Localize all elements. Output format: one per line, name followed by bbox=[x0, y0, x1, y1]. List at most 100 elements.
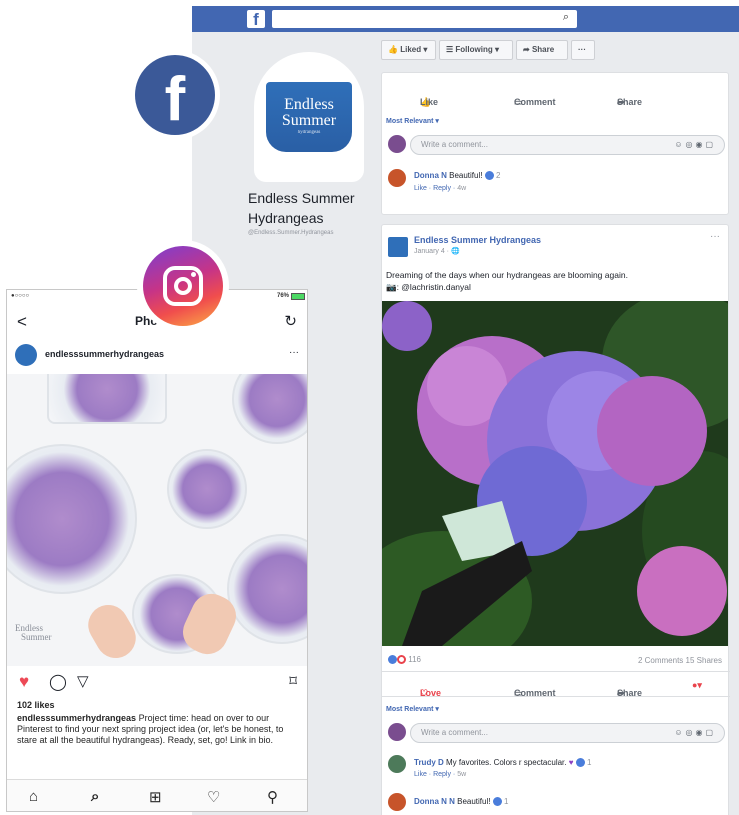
post-photo[interactable]: Endless Summer bbox=[7, 374, 307, 666]
comment-author[interactable]: Donna N bbox=[414, 171, 447, 180]
post-date[interactable]: January 4 · 🌐 bbox=[414, 247, 460, 255]
love-label: Love bbox=[420, 688, 442, 698]
page-feed: 👍 Liked ▾ ☰ Following ▾ ➦ Share ··· 👍 Li… bbox=[381, 32, 730, 815]
like-reaction-icon[interactable] bbox=[575, 758, 585, 768]
comment-text: Beautiful! bbox=[457, 797, 491, 806]
comments-count-link[interactable]: 2 Comments bbox=[638, 656, 683, 665]
watermark-line2: Summer bbox=[21, 632, 52, 642]
comment-reply-link[interactable]: Reply bbox=[433, 185, 451, 192]
reaction-summary[interactable]: 116 bbox=[388, 655, 421, 665]
post-username[interactable]: endlesssummerhydrangeas bbox=[45, 349, 164, 359]
hydrangea-bowl bbox=[7, 444, 137, 594]
avatar[interactable] bbox=[388, 793, 406, 811]
activity-heart-icon[interactable]: ♡ bbox=[207, 788, 220, 806]
comment-like-link[interactable]: Like bbox=[414, 771, 427, 778]
page-title[interactable]: Endless Summer Hydrangeas bbox=[248, 188, 378, 228]
hydrangea-bowl bbox=[232, 374, 307, 444]
like-reaction-icon[interactable] bbox=[492, 797, 502, 807]
post-options-button[interactable]: ··· bbox=[710, 231, 720, 242]
search-icon[interactable]: ⌕ bbox=[91, 788, 99, 805]
post-action-buttons: ♡ Love ▭ Comment ➦ Share ●▾ bbox=[382, 671, 730, 698]
facebook-logo-icon[interactable]: f bbox=[247, 10, 265, 29]
comment-body: Donna N N Beautiful! 1 bbox=[414, 797, 508, 807]
comment-input[interactable]: Write a comment... ☺◎◉▢ bbox=[410, 723, 725, 743]
share-page-label: Share bbox=[531, 45, 555, 54]
comment-text: My favorites. Colors r spectacular. bbox=[446, 758, 567, 767]
comment-like-link[interactable]: Like bbox=[414, 185, 427, 192]
engagement-counts: 2 Comments 15 Shares bbox=[638, 656, 722, 665]
instagram-badge bbox=[137, 240, 229, 332]
send-icon[interactable]: ▽ bbox=[77, 672, 89, 690]
instagram-logo-icon bbox=[143, 246, 223, 326]
post-options-button[interactable]: ··· bbox=[289, 347, 299, 358]
liked-label: Liked ▾ bbox=[400, 45, 428, 54]
comment-icon[interactable]: ◯ bbox=[49, 672, 67, 692]
post-action-buttons: 👍 Like ▭ Comment ➦ Share bbox=[382, 81, 730, 107]
shares-count-link[interactable]: 15 Shares bbox=[686, 656, 722, 665]
add-post-icon[interactable]: ⊞ bbox=[149, 788, 162, 806]
hydrangea-bowl bbox=[227, 534, 307, 644]
search-icon[interactable]: ⌕ bbox=[563, 11, 569, 24]
post-date-text: January 4 · bbox=[414, 248, 451, 255]
share-arrow-icon: ➦ bbox=[523, 45, 530, 54]
tab-bar: ⌂ ⌕ ⊞ ♡ ⚲ bbox=[7, 779, 307, 811]
bookmark-icon[interactable]: ⌑ bbox=[289, 672, 297, 690]
page-avatar[interactable] bbox=[388, 237, 408, 257]
camera-glyph-icon bbox=[163, 266, 203, 306]
comment-label: Comment bbox=[514, 97, 556, 107]
like-reaction-icon bbox=[388, 655, 397, 665]
following-label: Following ▾ bbox=[455, 45, 499, 54]
heart-icon[interactable]: ♥ bbox=[19, 672, 29, 692]
heart-emoji-icon: ♥ bbox=[568, 758, 574, 767]
avatar[interactable] bbox=[15, 344, 37, 366]
post-author[interactable]: Endless Summer Hydrangeas bbox=[414, 235, 541, 245]
like-reaction-icon[interactable] bbox=[484, 171, 494, 181]
battery-percent: 76% bbox=[276, 293, 289, 299]
liked-button[interactable]: 👍 Liked ▾ bbox=[381, 40, 436, 60]
caption-username[interactable]: endlesssummerhydrangeas bbox=[17, 713, 136, 723]
refresh-icon[interactable]: ↻ bbox=[284, 312, 297, 330]
comment-tools-icons[interactable]: ☺◎◉▢ bbox=[674, 724, 716, 742]
reaction-count: 2 bbox=[495, 171, 501, 180]
pot-logo: Endless Summer hydrangeas bbox=[266, 82, 352, 152]
most-relevant-filter[interactable]: Most Relevant ▾ bbox=[386, 117, 439, 125]
facebook-top-bar: f ⌕ bbox=[192, 6, 739, 32]
comment-reply-link[interactable]: Reply bbox=[433, 771, 451, 778]
comment-placeholder: Write a comment... bbox=[421, 140, 488, 149]
page-handle[interactable]: @Endless.Summer.Hydrangeas bbox=[248, 230, 333, 236]
facebook-badge: f bbox=[130, 50, 220, 140]
following-button[interactable]: ☰ Following ▾ bbox=[439, 40, 513, 60]
love-reaction-icon bbox=[397, 655, 406, 665]
avatar[interactable] bbox=[388, 723, 406, 741]
react-as-dropdown[interactable]: ●▾ bbox=[692, 680, 702, 691]
avatar[interactable] bbox=[388, 135, 406, 153]
comment-author[interactable]: Donna N N bbox=[414, 797, 455, 806]
home-icon[interactable]: ⌂ bbox=[29, 788, 38, 805]
share-page-button[interactable]: ➦ Share bbox=[516, 40, 568, 60]
more-options-button[interactable]: ··· bbox=[571, 40, 595, 60]
avatar[interactable] bbox=[388, 755, 406, 773]
globe-icon: 🌐 bbox=[450, 248, 460, 255]
post-caption: endlesssummerhydrangeas Project time: he… bbox=[17, 713, 302, 746]
avatar[interactable] bbox=[388, 169, 406, 187]
battery-icon bbox=[291, 293, 305, 300]
post-actions: ♥ ◯ ▽ ⌑ bbox=[7, 672, 307, 694]
back-icon[interactable]: < bbox=[17, 312, 27, 332]
reaction-count: 1 bbox=[586, 758, 592, 767]
thumbs-up-icon: 👍 bbox=[388, 45, 398, 54]
reaction-count: 116 bbox=[408, 655, 421, 664]
page-profile-picture[interactable]: Endless Summer hydrangeas bbox=[254, 52, 364, 182]
post-photo[interactable] bbox=[382, 301, 728, 646]
comment-input[interactable]: Write a comment... ☺◎◉▢ bbox=[410, 135, 725, 155]
comment-author[interactable]: Trudy D bbox=[414, 758, 444, 767]
comment-tools-icons[interactable]: ☺◎◉▢ bbox=[674, 136, 716, 154]
search-input[interactable]: ⌕ bbox=[272, 10, 577, 28]
hydrangea-bowl bbox=[167, 449, 247, 529]
most-relevant-filter[interactable]: Most Relevant ▾ bbox=[386, 705, 439, 713]
avatar-text-line3: hydrangeas bbox=[297, 130, 321, 135]
signal-indicator: ●○○○○ bbox=[11, 293, 30, 299]
like-label: Like bbox=[420, 97, 439, 107]
comment-text: Beautiful! bbox=[449, 171, 483, 180]
likes-count[interactable]: 102 likes bbox=[17, 700, 55, 710]
profile-icon[interactable]: ⚲ bbox=[267, 788, 278, 806]
